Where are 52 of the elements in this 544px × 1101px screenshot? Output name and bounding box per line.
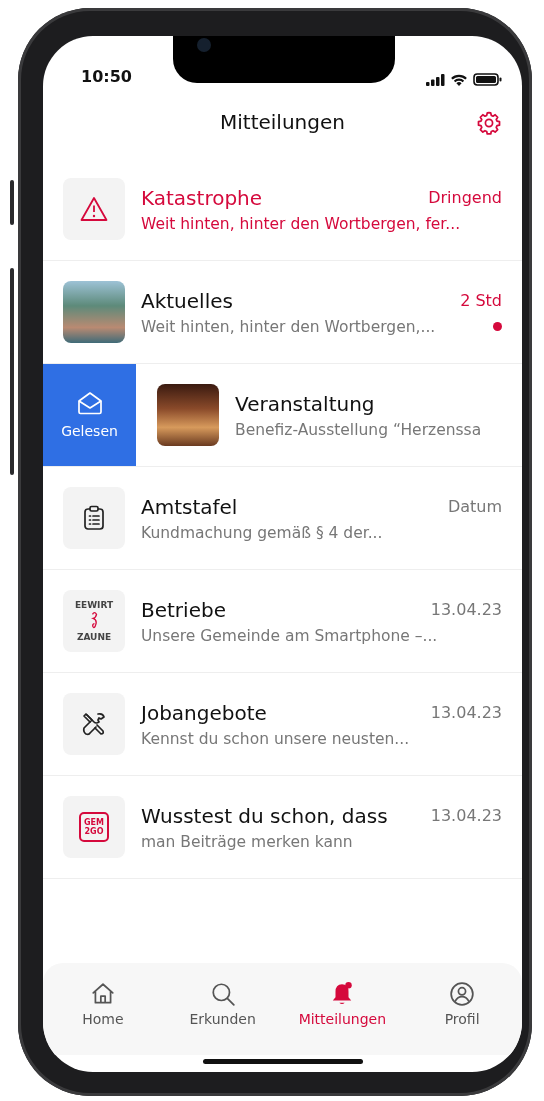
notification-title: Amtstafel xyxy=(141,494,238,519)
settings-icon[interactable] xyxy=(476,110,502,136)
notification-row[interactable]: Katastrophe Dringend Weit hinten, hinter den Wortbergen, fer... xyxy=(43,158,522,261)
camera-lens xyxy=(197,38,211,52)
logo-mark-icon xyxy=(90,611,98,631)
tools-icon xyxy=(81,711,107,737)
notification-row[interactable]: Aktuelles 2 Std Weit hinten, hinter den Wortbergen,... xyxy=(43,261,522,364)
warning-icon xyxy=(80,196,108,222)
mark-read-button[interactable]: Gelesen xyxy=(43,364,136,466)
notification-title: Betriebe xyxy=(141,597,226,622)
logo-text: EEWIRT xyxy=(74,600,114,610)
photo-placeholder xyxy=(157,384,219,446)
logo-text: ZAUNE xyxy=(76,632,112,642)
tab-item[interactable]: Erkunden xyxy=(162,971,283,1055)
wifi-icon xyxy=(450,73,468,86)
notification-time: 13.04.23 xyxy=(430,806,502,825)
notification-title: Aktuelles xyxy=(141,288,233,313)
notification-title: Veranstaltung xyxy=(235,391,375,416)
notification-row[interactable]: GEM 2GO Wusstest du schon, dass 13.04.23 man Beiträge merken kann xyxy=(43,776,522,879)
notification-preview: Kennst du schon unsere neusten... xyxy=(141,729,410,748)
search-icon xyxy=(209,981,236,1007)
signal-icon xyxy=(426,73,445,86)
tab-item[interactable]: Mitteilungen xyxy=(282,971,403,1055)
tab-item[interactable]: Profil xyxy=(402,971,522,1055)
notification-title: Wusstest du schon, dass xyxy=(141,803,388,828)
photo-placeholder xyxy=(63,281,125,343)
tab-item[interactable]: Home xyxy=(43,971,163,1055)
notification-time: Datum xyxy=(447,497,502,516)
notification-time: 13.04.23 xyxy=(430,703,502,722)
status-time: 10:50 xyxy=(81,68,132,86)
notification-title: Jobangebote xyxy=(141,700,267,725)
notification-preview: Benefiz-Ausstellung “Herzenssa xyxy=(235,420,482,439)
profile-icon xyxy=(449,981,476,1007)
page-title: Mitteilungen xyxy=(220,110,345,134)
logo-text: GEM xyxy=(84,818,104,827)
notification-title: Katastrophe xyxy=(141,185,263,210)
notification-time: Dringend xyxy=(428,188,502,207)
notification-time: 2 Std xyxy=(460,291,502,310)
notification-preview: Weit hinten, hinter den Wortbergen, fer... xyxy=(141,214,461,233)
notification-preview: man Beiträge merken kann xyxy=(141,832,353,851)
battery-icon xyxy=(473,73,502,86)
notification-preview: Unsere Gemeinde am Smartphone –... xyxy=(141,626,438,645)
notification-row[interactable]: Gelesen Veranstaltung Benefiz-Ausstellung “Herzenssa xyxy=(43,364,522,467)
notification-row[interactable]: Jobangebote 13.04.23 Kennst du schon unsere neusten... xyxy=(43,673,522,776)
notification-time: 13.04.23 xyxy=(430,600,502,619)
logo-text: 2GO xyxy=(84,827,104,836)
notification-preview: Weit hinten, hinter den Wortbergen,... xyxy=(141,317,436,336)
notification-preview: Kundmachung gemäß § 4 der... xyxy=(141,523,383,542)
envelope-icon xyxy=(76,391,103,415)
notification-row[interactable]: EEWIRT ZAUNE Betriebe 13.04.23 Unsere Gemeinde am Smartphone –... xyxy=(43,570,522,673)
clipboard-icon xyxy=(83,505,105,531)
notification-row[interactable]: Amtstafel Datum Kundmachung gemäß § 4 der... xyxy=(43,467,522,570)
